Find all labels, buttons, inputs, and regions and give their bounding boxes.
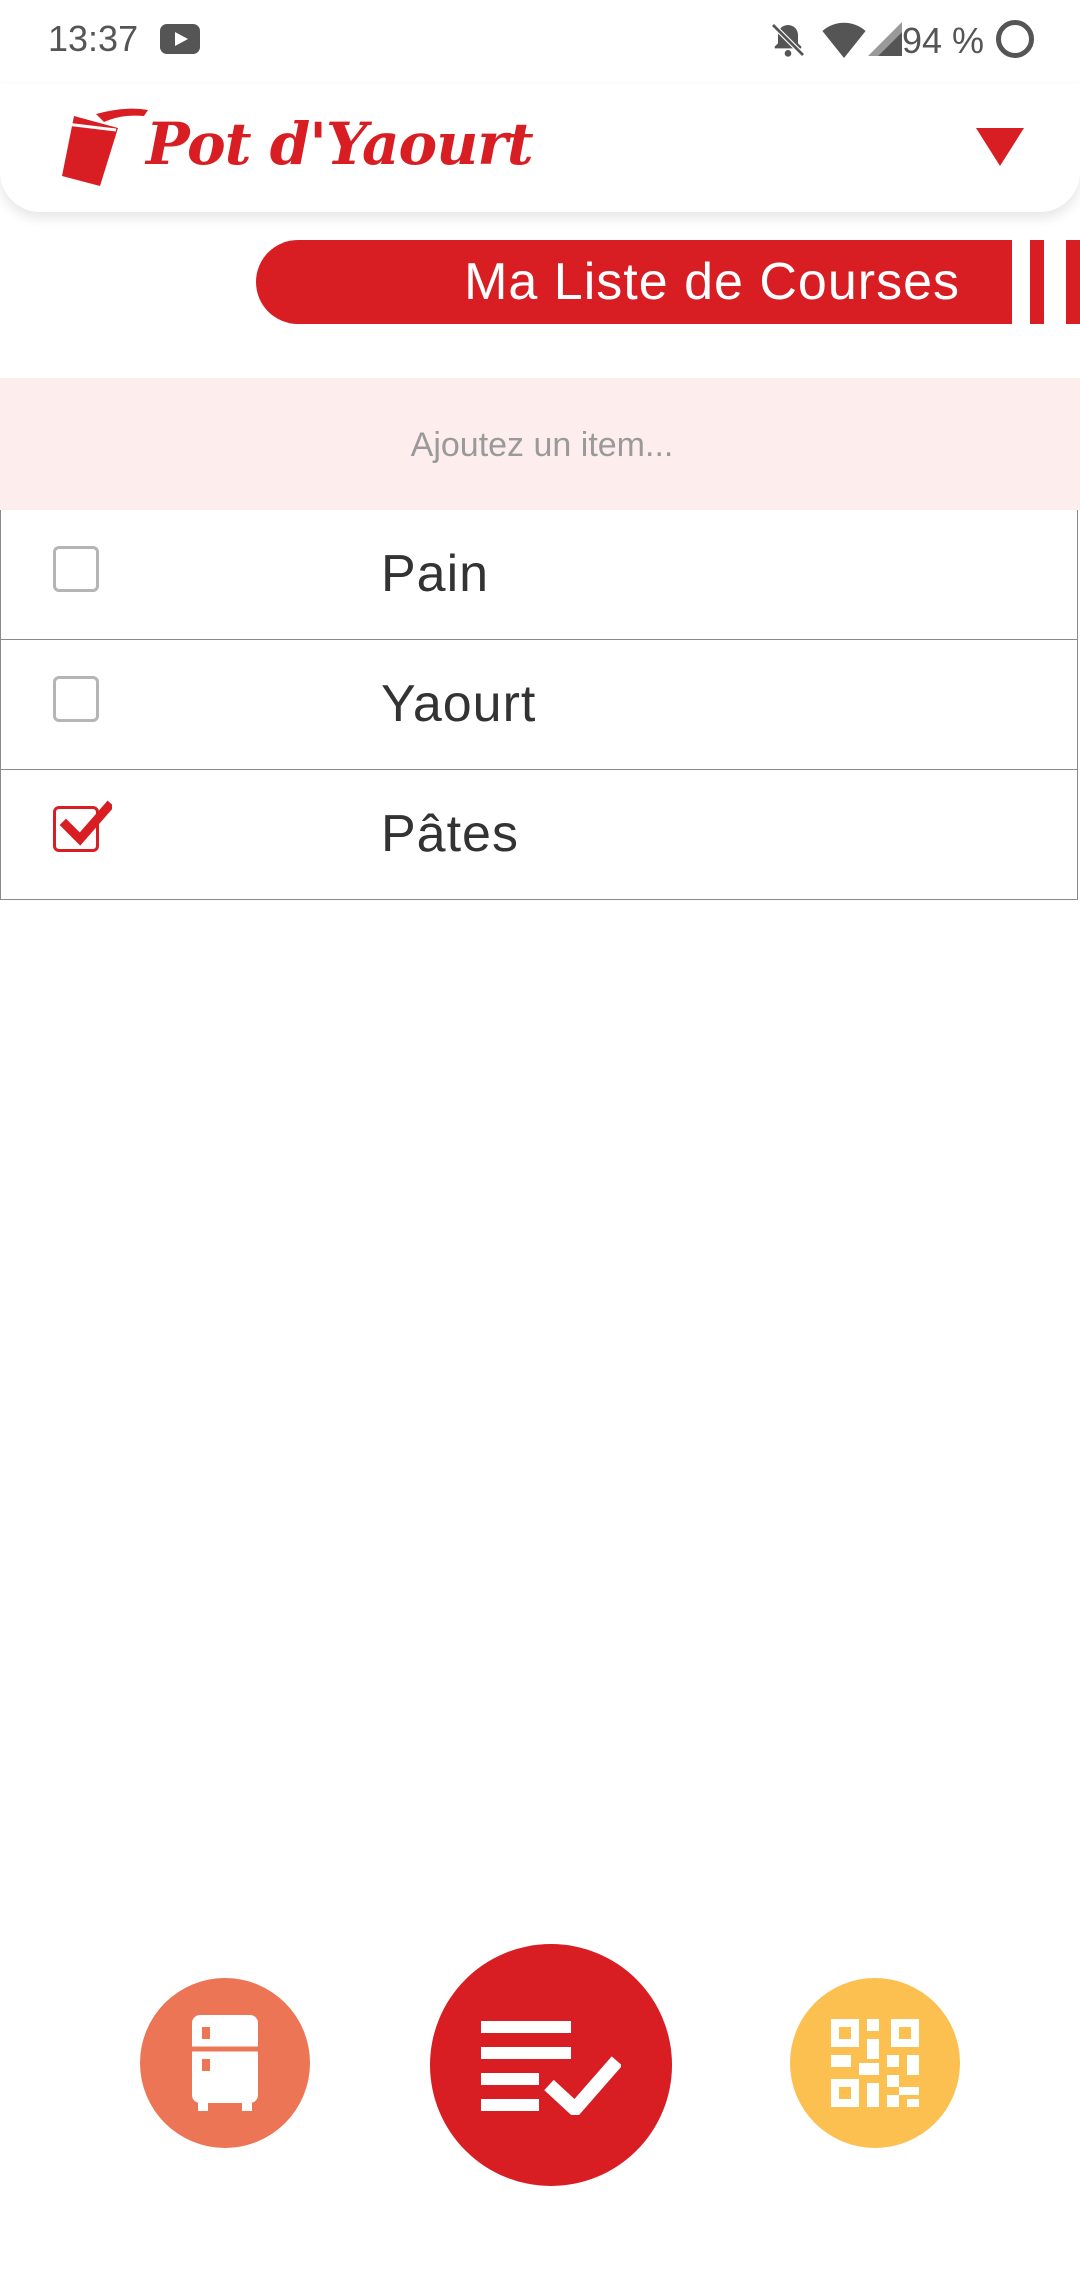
item-label: Yaourt (381, 675, 537, 733)
signal-icon (868, 22, 902, 56)
status-bar: 13:37 94 % (0, 0, 1080, 80)
item-checkbox-checked[interactable] (53, 800, 112, 852)
wifi-icon (822, 22, 866, 58)
shopping-list-button[interactable] (430, 1944, 672, 2186)
fridge-icon (192, 2015, 258, 2111)
triangle-down-icon[interactable] (976, 128, 1024, 166)
app-name: Pot d'Yaourt (146, 110, 534, 178)
yogurt-pot-icon (62, 108, 148, 186)
item-checkbox[interactable] (53, 676, 99, 722)
qr-code-button[interactable] (790, 1978, 960, 2148)
page-title: Ma Liste de Courses (464, 253, 960, 311)
shopping-list: Pain Yaourt Pâtes (0, 510, 1080, 900)
battery-percent: 94 % (902, 20, 985, 61)
youtube-icon (160, 24, 200, 54)
check-icon (59, 800, 112, 846)
add-item-input[interactable] (0, 378, 1080, 512)
list-item[interactable]: Pâtes (0, 770, 1078, 900)
checklist-icon (481, 2021, 621, 2115)
app-header: Pot d'Yaourt (0, 84, 1080, 212)
item-label: Pain (381, 545, 490, 603)
bell-off-icon (771, 23, 805, 57)
list-item[interactable]: Yaourt (0, 640, 1078, 770)
fridge-button[interactable] (140, 1978, 310, 2148)
qr-code-icon (831, 2019, 919, 2107)
banner-stripe (1066, 240, 1080, 324)
page-title-banner: Ma Liste de Courses (256, 240, 1012, 324)
item-checkbox[interactable] (53, 546, 99, 592)
status-time: 13:37 (48, 18, 139, 59)
item-label: Pâtes (381, 805, 519, 863)
battery-ring-icon (996, 20, 1034, 58)
list-item[interactable]: Pain (0, 510, 1078, 640)
banner-stripe (1030, 240, 1044, 324)
add-item-box (0, 378, 1080, 512)
